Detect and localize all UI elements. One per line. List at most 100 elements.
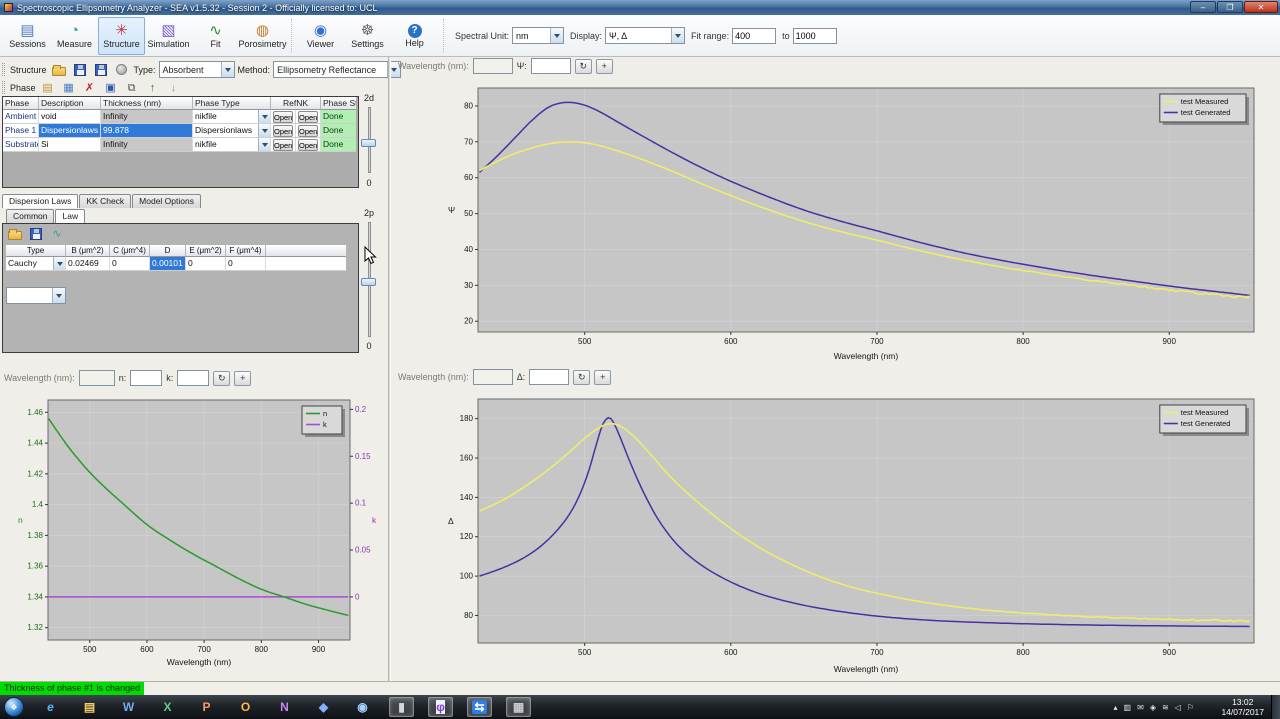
refresh-cursor-button[interactable]: ↻	[573, 370, 590, 385]
phase-cell[interactable]: Ambient	[3, 110, 39, 124]
law-b-cell[interactable]: 0.02469	[66, 257, 110, 271]
nk-wavelength-input[interactable]	[79, 370, 115, 386]
save-phase-button[interactable]: ▣	[102, 80, 120, 96]
hidden-icons-chevron[interactable]: ▴	[1114, 703, 1118, 712]
law-type-dropdown[interactable]: Cauchy	[6, 257, 66, 271]
taskbar-console[interactable]: ▮	[389, 697, 414, 717]
refresh-cursor-button[interactable]: ↻	[575, 59, 592, 74]
open-nk-button[interactable]: Open	[298, 139, 318, 151]
close-button[interactable]: ✕	[1244, 1, 1278, 13]
psi-wavelength-input[interactable]	[473, 58, 513, 74]
taskbar-sea-app[interactable]: φ	[428, 697, 453, 717]
open-law-button[interactable]	[6, 226, 24, 242]
open-nk-button[interactable]: Open	[298, 125, 318, 137]
taskbar-chrome[interactable]: ◉	[350, 697, 375, 717]
taskbar-gray-app[interactable]: ▦	[506, 697, 531, 717]
taskbar-onenote[interactable]: N	[272, 697, 297, 717]
subtab-law[interactable]: Law	[55, 209, 85, 223]
toolbar-button-viewer[interactable]: ◉ Viewer	[297, 17, 344, 55]
law-e-cell[interactable]: 0	[186, 257, 226, 271]
add-marker-button[interactable]: +	[596, 59, 613, 74]
tray-icon[interactable]: ▥	[1124, 703, 1132, 712]
plot-law-button[interactable]: ∿	[48, 226, 66, 242]
toolbar-grip[interactable]	[2, 81, 5, 94]
taskbar-file-explorer[interactable]: ▤	[77, 697, 102, 717]
psi-value-input[interactable]	[531, 58, 571, 74]
copy-phase-button[interactable]: ⧉	[123, 80, 141, 96]
thickness-cell[interactable]: Infinity	[101, 110, 193, 124]
delta-value-input[interactable]	[529, 369, 569, 385]
taskbar-word[interactable]: W	[116, 697, 141, 717]
spectral-unit-dropdown[interactable]: nm	[512, 27, 564, 44]
open-structure-button[interactable]	[50, 62, 68, 78]
structure-options-button[interactable]	[113, 62, 131, 78]
save-as-structure-button[interactable]	[92, 62, 110, 78]
thickness-cell[interactable]: Infinity	[101, 138, 193, 152]
tab-kk-check[interactable]: KK Check	[79, 194, 131, 208]
phase-type-dropdown[interactable]: Dispersionlaws	[193, 124, 271, 138]
mail-icon[interactable]: ✉	[1137, 703, 1144, 712]
open-ref-button[interactable]: Open	[273, 139, 293, 151]
phase-type-dropdown[interactable]: nikfile	[193, 138, 271, 152]
save-structure-button[interactable]	[71, 62, 89, 78]
move-phase-down-button[interactable]: ↓	[165, 80, 183, 96]
title-bar[interactable]: Spectroscopic Ellipsometry Analyzer - SE…	[0, 0, 1280, 15]
network-icon[interactable]: ≋	[1162, 703, 1169, 712]
new-law-dropdown[interactable]	[6, 287, 66, 304]
n-value-input[interactable]	[130, 370, 162, 386]
save-law-button[interactable]	[27, 226, 45, 242]
toolbar-button-settings[interactable]: ☸ Settings	[344, 17, 391, 55]
description-cell[interactable]: void	[39, 110, 101, 124]
phase-type-dropdown[interactable]: nikfile	[193, 110, 271, 124]
structure-type-dropdown[interactable]: Absorbent	[159, 61, 235, 78]
thickness-cell[interactable]: 99.878	[101, 124, 193, 138]
show-desktop-button[interactable]	[1271, 695, 1280, 719]
slider-thumb[interactable]	[361, 139, 376, 147]
taskbar-outlook[interactable]: O	[233, 697, 258, 717]
add-marker-button[interactable]: +	[234, 371, 251, 386]
law-f-cell[interactable]: 0	[226, 257, 266, 271]
fit-range-from-input[interactable]	[732, 28, 776, 44]
description-cell[interactable]: Si	[39, 138, 101, 152]
law-c-cell[interactable]: 0	[110, 257, 150, 271]
insert-phase-button[interactable]: ▦	[60, 80, 78, 96]
maximize-button[interactable]: ❐	[1217, 1, 1243, 13]
toolbar-button-porosimetry[interactable]: ◍ Porosimetry	[239, 17, 286, 55]
taskbar-teamviewer[interactable]: ⇆	[467, 697, 492, 717]
slider-thumb[interactable]	[361, 278, 376, 286]
display-dropdown[interactable]: Ψ, Δ	[605, 27, 685, 44]
open-ref-button[interactable]: Open	[273, 111, 293, 123]
add-marker-button[interactable]: +	[594, 370, 611, 385]
taskbar-powerpoint[interactable]: P	[194, 697, 219, 717]
toolbar-button-structure[interactable]: ✳ Structure	[98, 17, 145, 55]
minimize-button[interactable]: –	[1190, 1, 1216, 13]
new-phase-button[interactable]: ▤	[39, 80, 57, 96]
action-center-flag-icon[interactable]: ⚐	[1187, 703, 1194, 712]
taskbar-app-blue[interactable]: ◆	[311, 697, 336, 717]
volume-icon[interactable]: ◁	[1175, 703, 1181, 712]
delta-wavelength-input[interactable]	[473, 369, 513, 385]
panel-splitter[interactable]	[388, 57, 391, 681]
phase-cell[interactable]: Phase 1	[3, 124, 39, 138]
start-button[interactable]: ❖	[4, 697, 24, 717]
toolbar-button-help[interactable]: ? Help	[391, 17, 438, 55]
toolbar-button-sessions[interactable]: ▤ Sessions	[4, 17, 51, 55]
law-d-cell[interactable]: 0.00101	[150, 257, 186, 271]
delete-phase-button[interactable]: ✗	[81, 80, 99, 96]
move-phase-up-button[interactable]: ↑	[144, 80, 162, 96]
description-cell[interactable]: Dispersionlaws	[39, 124, 101, 138]
toolbar-button-simulation[interactable]: ▧ Simulation	[145, 17, 192, 55]
phase-cell[interactable]: Substrate	[3, 138, 39, 152]
k-value-input[interactable]	[177, 370, 209, 386]
subtab-common[interactable]: Common	[6, 209, 54, 223]
fit-range-to-input[interactable]	[793, 28, 837, 44]
refresh-cursor-button[interactable]: ↻	[213, 371, 230, 386]
toolbar-button-fit[interactable]: ∿ Fit	[192, 17, 239, 55]
taskbar-clock[interactable]: 13:02 14/07/2017	[1221, 697, 1264, 717]
open-ref-button[interactable]: Open	[273, 125, 293, 137]
open-nk-button[interactable]: Open	[298, 111, 318, 123]
taskbar-internet-explorer[interactable]: e	[38, 697, 63, 717]
tab-model-options[interactable]: Model Options	[132, 194, 201, 208]
taskbar-excel[interactable]: X	[155, 697, 180, 717]
tab-dispersion-laws[interactable]: Dispersion Laws	[2, 194, 78, 208]
